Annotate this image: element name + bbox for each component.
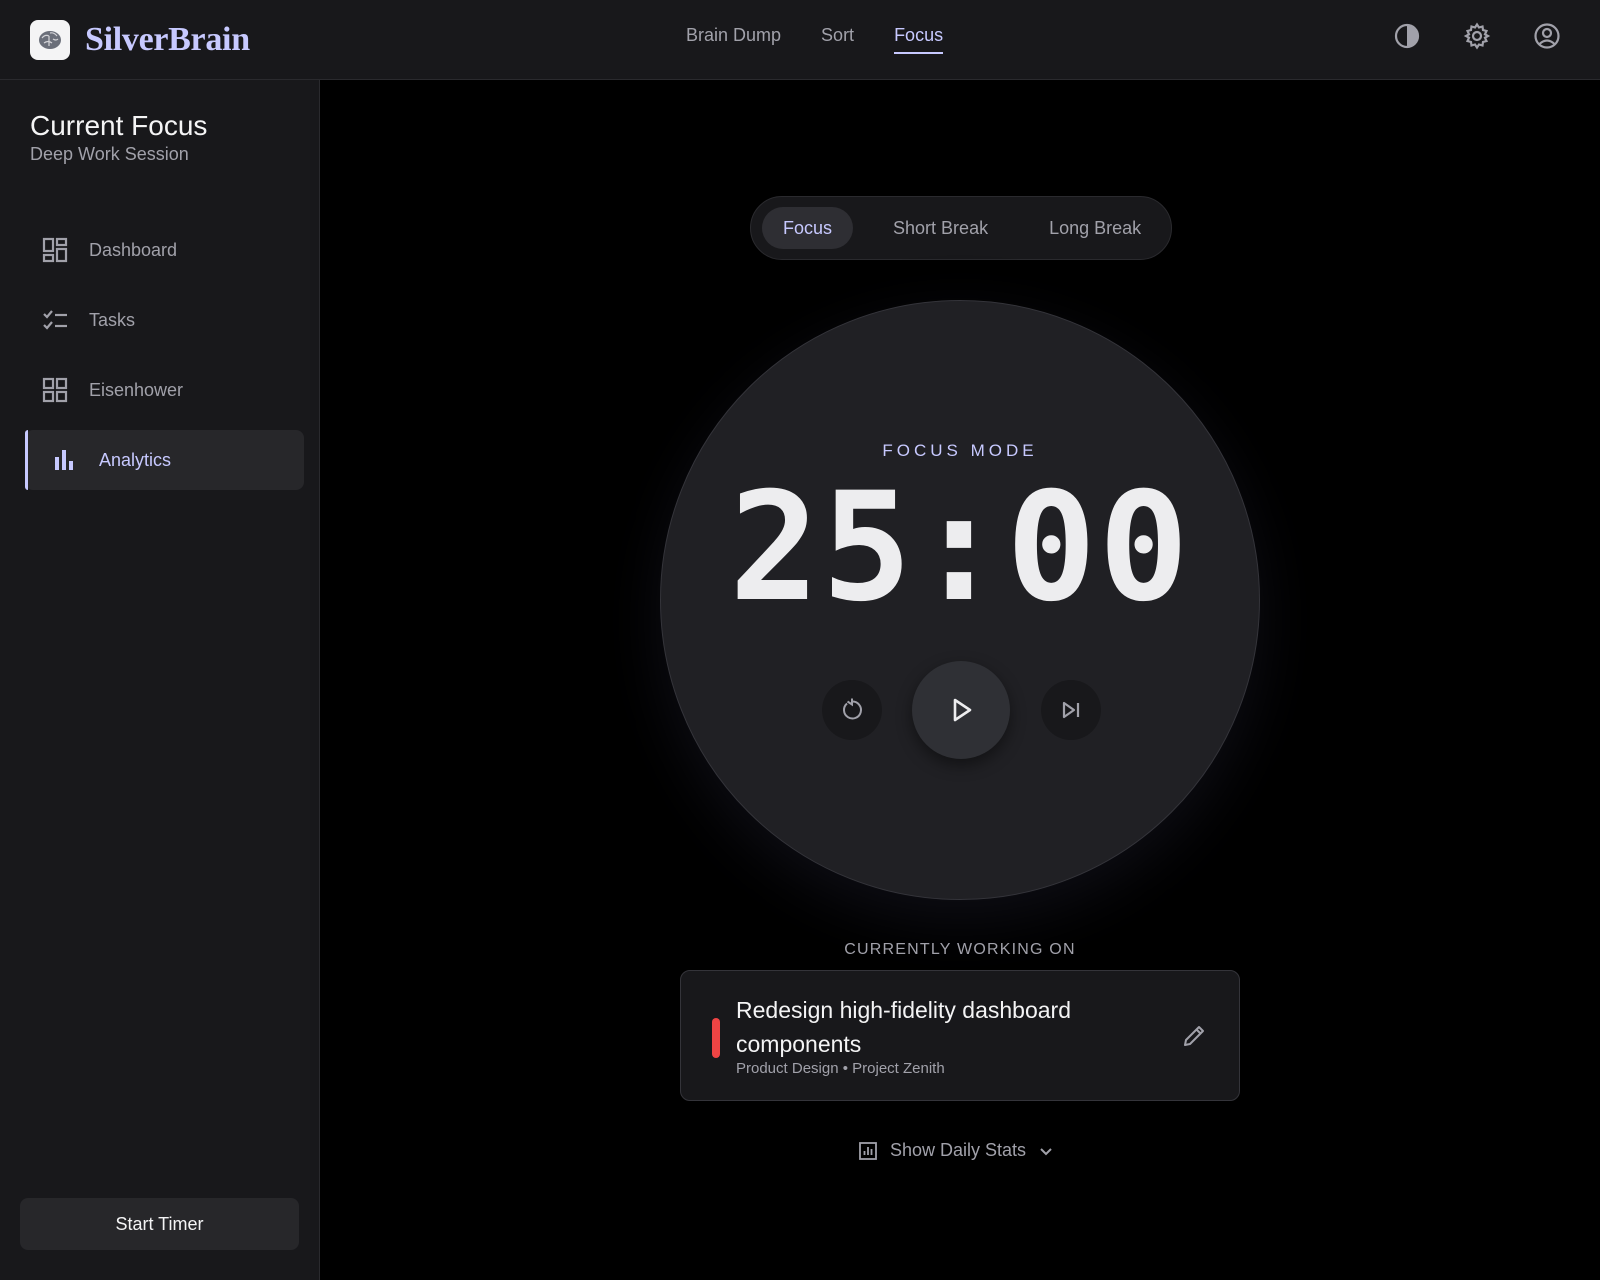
nav-brain-dump[interactable]: Brain Dump — [686, 24, 781, 54]
header-actions — [1352, 21, 1562, 51]
play-button[interactable] — [912, 661, 1010, 759]
reset-button[interactable] — [822, 680, 882, 740]
show-daily-stats-toggle[interactable]: Show Daily Stats — [858, 1140, 1054, 1161]
mode-long-break-tab[interactable]: Long Break — [1028, 207, 1162, 249]
account-icon[interactable] — [1532, 21, 1562, 51]
brain-logo-icon — [30, 20, 70, 60]
contrast-icon[interactable] — [1392, 21, 1422, 51]
skip-next-icon — [1059, 698, 1083, 722]
current-task-card[interactable]: Redesign high-fidelity dashboard compone… — [680, 970, 1240, 1101]
sidebar-item-eisenhower[interactable]: Eisenhower — [25, 360, 304, 420]
sidebar-item-dashboard[interactable]: Dashboard — [25, 220, 304, 280]
grid-icon — [42, 377, 68, 403]
edit-task-button[interactable] — [1179, 1021, 1209, 1051]
sidebar-item-tasks[interactable]: Tasks — [25, 290, 304, 350]
sidebar-item-label: Dashboard — [89, 239, 178, 260]
mode-short-break-tab[interactable]: Short Break — [872, 207, 1009, 249]
sidebar-title: Current Focus — [30, 110, 208, 141]
sidebar-item-label: Eisenhower — [89, 379, 184, 400]
checklist-icon — [42, 307, 68, 333]
dashboard-icon — [42, 237, 68, 263]
sidebar-item-label: Tasks — [89, 309, 136, 330]
task-title: Redesign high-fidelity dashboard compone… — [736, 997, 1071, 1057]
stats-icon — [858, 1141, 878, 1161]
sidebar-nav: Dashboard Tasks Eisenhower Analytics — [25, 220, 304, 500]
show-daily-stats-label: Show Daily Stats — [890, 1140, 1027, 1160]
sidebar-item-label: Analytics — [99, 449, 172, 470]
task-meta: Product Design • Project Zenith — [736, 1060, 945, 1077]
reset-icon — [839, 697, 865, 723]
app-name: SilverBrain — [85, 21, 250, 58]
play-icon — [947, 696, 975, 724]
mode-switcher: Focus Short Break Long Break — [750, 196, 1172, 260]
nav-focus[interactable]: Focus — [894, 24, 944, 54]
top-nav: Brain Dump Sort Focus — [686, 24, 983, 54]
brand[interactable]: SilverBrain — [30, 20, 250, 60]
top-bar: SilverBrain Brain Dump Sort Focus — [0, 0, 1600, 80]
nav-sort[interactable]: Sort — [821, 24, 854, 54]
bar-chart-icon — [52, 447, 78, 473]
priority-indicator — [712, 1018, 720, 1058]
skip-button[interactable] — [1041, 680, 1101, 740]
sidebar-item-analytics[interactable]: Analytics — [25, 430, 304, 490]
pencil-icon — [1181, 1023, 1207, 1049]
timer-display: 25:00 — [729, 461, 1191, 635]
timer-mode-label: FOCUS MODE — [882, 441, 1038, 460]
sidebar: Current Focus Deep Work Session Dashboar… — [0, 80, 320, 1280]
mode-focus-tab[interactable]: Focus — [762, 207, 854, 249]
gear-icon[interactable] — [1462, 21, 1492, 51]
start-timer-button[interactable]: Start Timer — [20, 1198, 299, 1250]
sidebar-subtitle: Deep Work Session — [30, 144, 189, 164]
current-task-label: CURRENTLY WORKING ON — [844, 941, 1076, 958]
chevron-down-icon — [1038, 1143, 1054, 1159]
timer-dial: FOCUS MODE 25:00 — [660, 300, 1260, 900]
